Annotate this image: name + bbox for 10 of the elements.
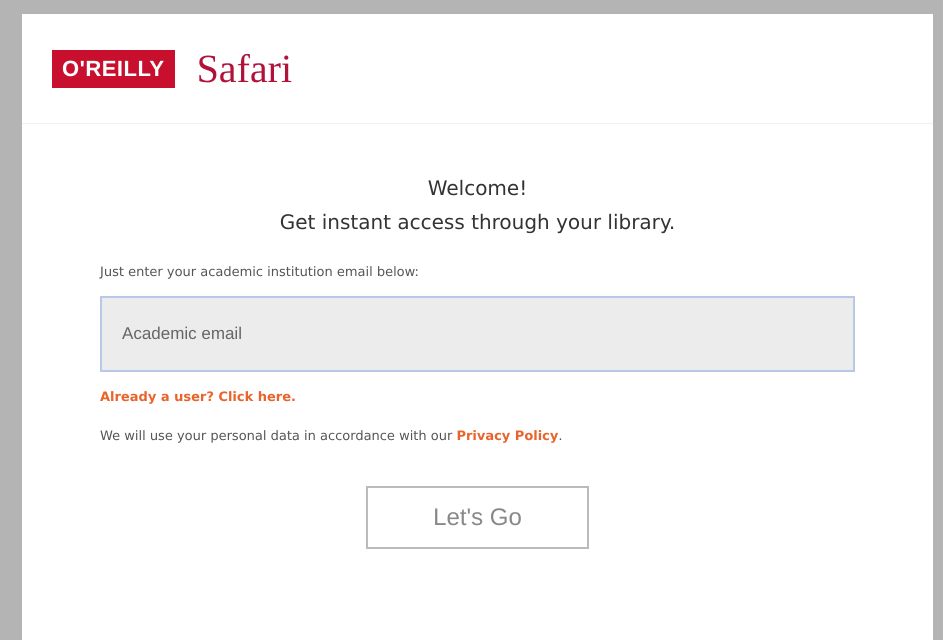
logo-product-name: Safari (196, 45, 292, 92)
privacy-notice: We will use your personal data in accordance with our Privacy Policy. (100, 429, 564, 444)
submit-button[interactable]: Let's Go (366, 486, 589, 549)
logo-badge: O'REILLY (52, 50, 175, 88)
welcome-heading: Welcome! (428, 175, 528, 202)
privacy-policy-link[interactable]: Privacy Policy (456, 429, 558, 444)
email-label: Just enter your academic institution email below: (100, 265, 420, 280)
existing-user-link[interactable]: Already a user? Click here. (100, 390, 296, 405)
email-field[interactable]: Academic email (100, 296, 855, 372)
access-heading: Get instant access through your library. (280, 209, 676, 236)
